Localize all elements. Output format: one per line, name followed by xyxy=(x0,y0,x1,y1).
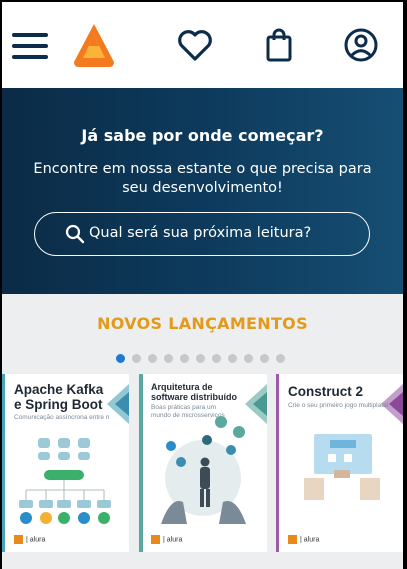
book-title-line2: e Spring Boot xyxy=(14,397,103,412)
top-header xyxy=(2,2,403,88)
heart-icon[interactable] xyxy=(176,26,214,64)
carousel-dot[interactable] xyxy=(244,354,253,363)
carousel-dot[interactable] xyxy=(196,354,205,363)
hero-banner: Já sabe por onde começar? Encontre em no… xyxy=(2,88,403,294)
carousel-dot[interactable] xyxy=(228,354,237,363)
architecture-diagram-icon xyxy=(19,438,111,524)
people-illustration-icon xyxy=(161,416,246,524)
book-cover-arquitetura[interactable]: Arquitetura de software distribuído Boas… xyxy=(139,374,267,552)
search-icon xyxy=(65,224,85,244)
book-cover-apache-kafka[interactable]: Apache Kafka e Spring Boot Comunicação a… xyxy=(2,374,129,552)
publisher-mark: | alura xyxy=(288,535,319,544)
section-title: NOVOS LANÇAMENTOS xyxy=(97,314,308,333)
carousel-dots xyxy=(116,354,285,363)
book-title-line1: Apache Kafka xyxy=(14,382,104,397)
hero-subtitle: Encontre em nossa estante o que precisa … xyxy=(33,161,372,196)
new-releases-section: NOVOS LANÇAMENTOS Apache Kafka e Spring … xyxy=(2,294,403,569)
book-title-line1: Arquitetura de xyxy=(151,382,213,392)
hero-title: Já sabe por onde começar? xyxy=(81,126,324,145)
carousel-dot[interactable] xyxy=(164,354,173,363)
carousel-dot[interactable] xyxy=(148,354,157,363)
game-scene-icon xyxy=(304,434,380,500)
book-title-line2: software distribuído xyxy=(151,392,238,402)
casa-do-codigo-logo-icon[interactable] xyxy=(73,22,115,68)
carousel-dot[interactable] xyxy=(212,354,221,363)
search-placeholder: Qual será sua próxima leitura? xyxy=(89,225,312,241)
user-circle-icon[interactable] xyxy=(342,26,380,64)
publisher-mark: | alura xyxy=(151,535,182,544)
carousel-dot[interactable] xyxy=(116,354,125,363)
book-subtitle: Comunicação assíncrona entre microsservi… xyxy=(14,414,109,421)
carousel-dot[interactable] xyxy=(132,354,141,363)
publisher-mark: | alura xyxy=(14,535,45,544)
book-subtitle: Crie o seu primeiro jogo multiplataforma xyxy=(288,402,388,409)
app-frame: Já sabe por onde começar? Encontre em no… xyxy=(2,2,403,569)
shopping-bag-icon[interactable] xyxy=(260,26,298,64)
carousel-dot[interactable] xyxy=(276,354,285,363)
search-input[interactable]: Qual será sua próxima leitura? xyxy=(34,212,370,256)
carousel-dot[interactable] xyxy=(180,354,189,363)
hamburger-icon[interactable] xyxy=(12,33,48,59)
carousel-dot[interactable] xyxy=(260,354,269,363)
book-title-line1: Construct 2 xyxy=(288,384,364,399)
book-cover-construct-2[interactable]: Construct 2 Crie o seu primeiro jogo mul… xyxy=(276,374,403,552)
